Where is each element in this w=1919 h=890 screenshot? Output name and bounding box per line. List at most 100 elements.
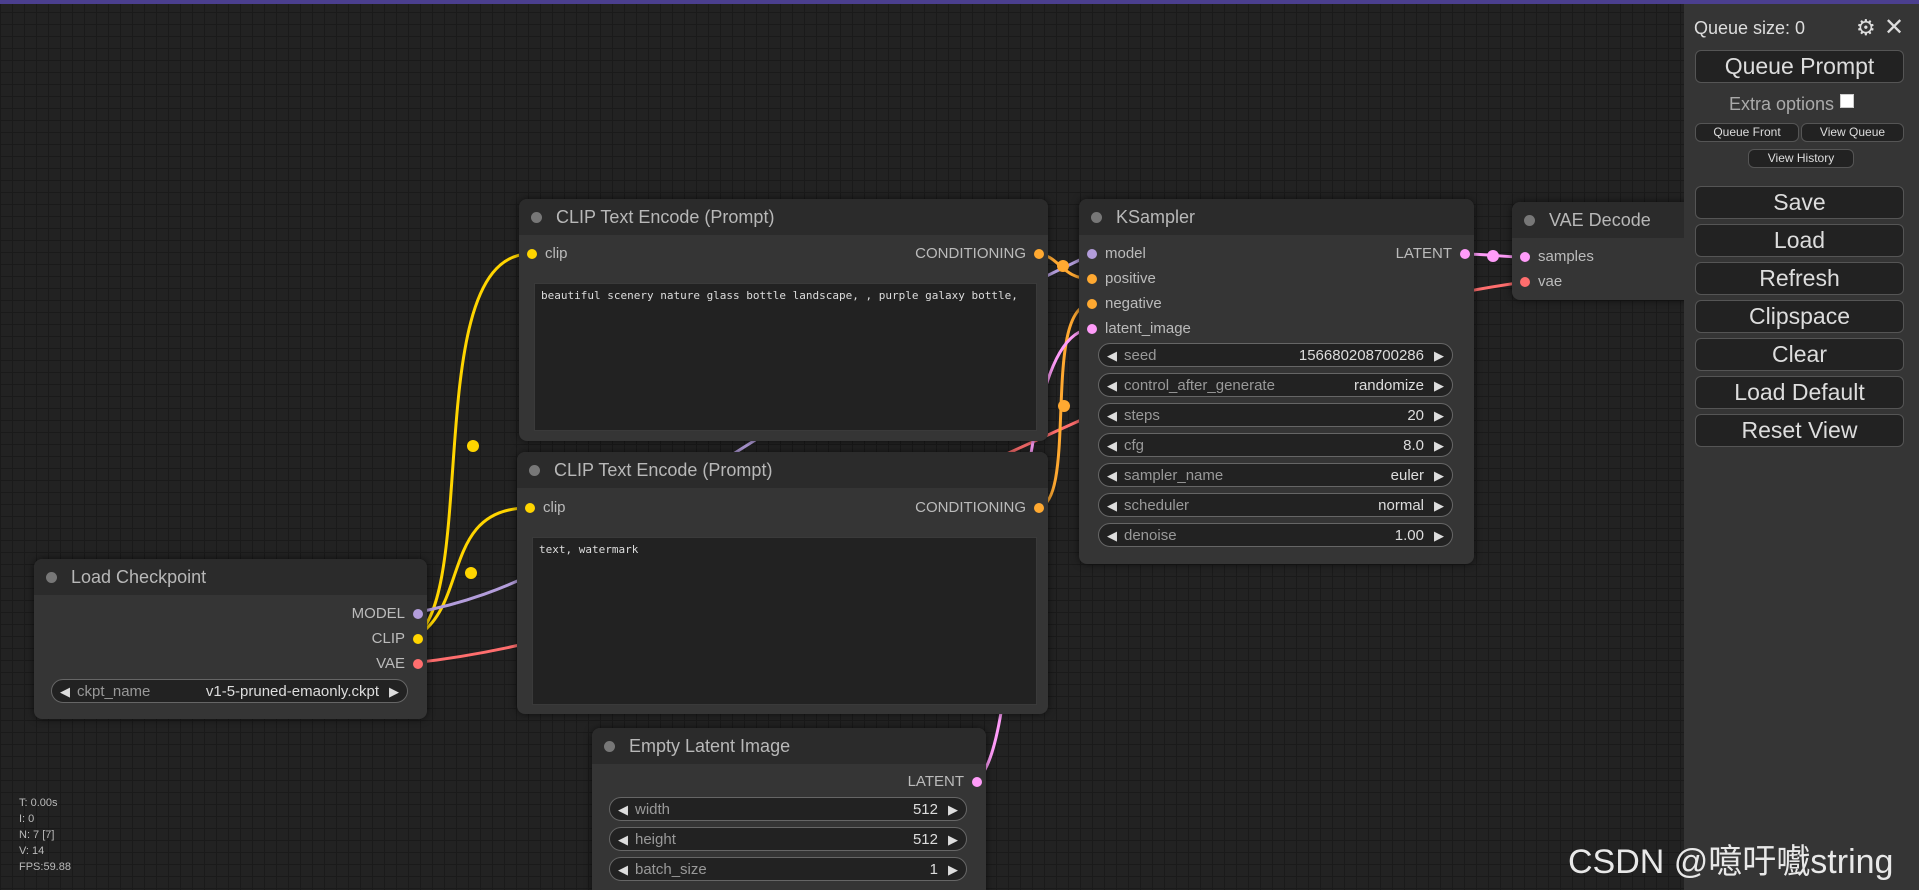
denoise-widget[interactable]: ◀ denoise 1.00 ▶ (1098, 523, 1453, 547)
conditioning-pin-icon[interactable] (1034, 249, 1044, 259)
load-default-button[interactable]: Load Default (1695, 376, 1904, 409)
arrow-right-icon[interactable]: ▶ (1434, 404, 1444, 428)
positive-pin-icon[interactable] (1087, 274, 1097, 284)
node-collapse-dot[interactable] (529, 465, 540, 476)
node-title[interactable]: CLIP Text Encode (Prompt) (519, 199, 1048, 235)
arrow-left-icon[interactable]: ◀ (1107, 374, 1117, 398)
steps-widget[interactable]: ◀ steps 20 ▶ (1098, 403, 1453, 427)
samples-pin-icon[interactable] (1520, 252, 1530, 262)
arrow-right-icon[interactable]: ▶ (1434, 494, 1444, 518)
height-widget[interactable]: ◀ height 512 ▶ (609, 827, 967, 851)
model-pin-icon[interactable] (413, 609, 423, 619)
arrow-right-icon[interactable]: ▶ (1434, 524, 1444, 548)
output-model-slot[interactable]: MODEL (352, 604, 427, 624)
clip-text-encode-negative-node[interactable]: CLIP Text Encode (Prompt) clip CONDITION… (517, 452, 1048, 714)
view-history-button[interactable]: View History (1748, 149, 1854, 168)
latent-pin-icon[interactable] (972, 777, 982, 787)
ksampler-node[interactable]: KSampler model positive negative latent_… (1079, 199, 1474, 564)
load-button[interactable]: Load (1695, 224, 1904, 257)
empty-latent-image-node[interactable]: Empty Latent Image LATENT ◀ width 512 ▶ ◀ he… (592, 728, 986, 890)
vae-pin-icon[interactable] (413, 659, 423, 669)
clip-pin-icon[interactable] (413, 634, 423, 644)
node-title[interactable]: Empty Latent Image (592, 728, 986, 764)
arrow-left-icon[interactable]: ◀ (1107, 404, 1117, 428)
node-title[interactable]: VAE Decode (1512, 202, 1712, 238)
clear-button[interactable]: Clear (1695, 338, 1904, 371)
link-positive-reroute (1057, 260, 1069, 272)
node-collapse-dot[interactable] (604, 741, 615, 752)
output-clip-slot[interactable]: CLIP (372, 629, 427, 649)
node-collapse-dot[interactable] (1091, 212, 1102, 223)
output-conditioning-slot[interactable]: CONDITIONING (915, 498, 1048, 518)
negative-prompt-textarea[interactable]: text, watermark (532, 537, 1037, 705)
queue-prompt-button[interactable]: Queue Prompt (1695, 50, 1904, 83)
gear-icon[interactable]: ⚙ (1856, 15, 1876, 41)
output-latent-slot[interactable]: LATENT (1396, 244, 1474, 264)
arrow-right-icon[interactable]: ▶ (1434, 434, 1444, 458)
extra-options-checkbox[interactable] (1840, 94, 1855, 108)
node-title[interactable]: KSampler (1079, 199, 1474, 235)
scheduler-widget[interactable]: ◀ scheduler normal ▶ (1098, 493, 1453, 517)
arrow-right-icon[interactable]: ▶ (1434, 344, 1444, 368)
latent-image-pin-icon[interactable] (1087, 324, 1097, 334)
model-pin-icon[interactable] (1087, 249, 1097, 259)
input-model-slot[interactable]: model (1081, 244, 1146, 264)
sampler-name-widget[interactable]: ◀ sampler_name euler ▶ (1098, 463, 1453, 487)
output-vae-slot[interactable]: VAE (376, 654, 427, 674)
arrow-left-icon[interactable]: ◀ (1107, 524, 1117, 548)
arrow-right-icon[interactable]: ▶ (1434, 464, 1444, 488)
clip-pin-icon[interactable] (527, 249, 537, 259)
close-icon[interactable]: ✕ (1884, 13, 1904, 42)
queue-front-button[interactable]: Queue Front (1695, 123, 1799, 142)
vae-decode-node[interactable]: VAE Decode samples vae (1512, 202, 1712, 300)
save-button[interactable]: Save (1695, 186, 1904, 219)
input-samples-slot[interactable]: samples (1514, 247, 1594, 267)
refresh-button[interactable]: Refresh (1695, 262, 1904, 295)
arrow-left-icon[interactable]: ◀ (60, 680, 70, 704)
node-collapse-dot[interactable] (46, 572, 57, 583)
reset-view-button[interactable]: Reset View (1695, 414, 1904, 447)
arrow-right-icon[interactable]: ▶ (389, 680, 399, 704)
conditioning-pin-icon[interactable] (1034, 503, 1044, 513)
node-collapse-dot[interactable] (531, 212, 542, 223)
input-clip-slot[interactable]: clip (519, 498, 566, 518)
arrow-left-icon[interactable]: ◀ (618, 828, 628, 852)
arrow-right-icon[interactable]: ▶ (948, 858, 958, 882)
input-negative-slot[interactable]: negative (1081, 294, 1162, 314)
latent-pin-icon[interactable] (1460, 249, 1470, 259)
clip-pin-icon[interactable] (525, 503, 535, 513)
output-conditioning-slot[interactable]: CONDITIONING (915, 244, 1048, 264)
vae-pin-icon[interactable] (1520, 277, 1530, 287)
node-title[interactable]: Load Checkpoint (34, 559, 427, 595)
positive-prompt-textarea[interactable]: beautiful scenery nature glass bottle la… (534, 283, 1037, 431)
clipspace-button[interactable]: Clipspace (1695, 300, 1904, 333)
arrow-right-icon[interactable]: ▶ (948, 828, 958, 852)
arrow-left-icon[interactable]: ◀ (1107, 434, 1117, 458)
view-queue-button[interactable]: View Queue (1801, 123, 1904, 142)
cfg-widget[interactable]: ◀ cfg 8.0 ▶ (1098, 433, 1453, 457)
arrow-left-icon[interactable]: ◀ (1107, 494, 1117, 518)
negative-pin-icon[interactable] (1087, 299, 1097, 309)
arrow-right-icon[interactable]: ▶ (1434, 374, 1444, 398)
ckpt-name-widget[interactable]: ◀ ckpt_name v1-5-pruned-emaonly.ckpt ▶ (51, 679, 408, 703)
arrow-right-icon[interactable]: ▶ (948, 798, 958, 822)
input-positive-slot[interactable]: positive (1081, 269, 1156, 289)
batch-size-widget[interactable]: ◀ batch_size 1 ▶ (609, 857, 967, 881)
input-latent-image-slot[interactable]: latent_image (1081, 319, 1191, 339)
arrow-left-icon[interactable]: ◀ (618, 798, 628, 822)
control-after-generate-widget[interactable]: ◀ control_after_generate randomize ▶ (1098, 373, 1453, 397)
output-latent-slot[interactable]: LATENT (908, 772, 986, 792)
input-clip-slot[interactable]: clip (521, 244, 568, 264)
width-widget[interactable]: ◀ width 512 ▶ (609, 797, 967, 821)
arrow-left-icon[interactable]: ◀ (1107, 464, 1117, 488)
node-title[interactable]: CLIP Text Encode (Prompt) (517, 452, 1048, 488)
input-vae-slot[interactable]: vae (1514, 272, 1562, 292)
graph-canvas[interactable]: CLIP Text Encode (Prompt) clip CONDITION… (0, 0, 1919, 890)
node-collapse-dot[interactable] (1524, 215, 1535, 226)
clip-text-encode-positive-node[interactable]: CLIP Text Encode (Prompt) clip CONDITION… (519, 199, 1048, 441)
arrow-left-icon[interactable]: ◀ (1107, 344, 1117, 368)
seed-widget[interactable]: ◀ seed 156680208700286 ▶ (1098, 343, 1453, 367)
extra-options-toggle[interactable]: Extra options (1729, 94, 1855, 115)
load-checkpoint-node[interactable]: Load Checkpoint MODEL CLIP VAE ◀ ckpt_nam… (34, 559, 427, 719)
arrow-left-icon[interactable]: ◀ (618, 858, 628, 882)
